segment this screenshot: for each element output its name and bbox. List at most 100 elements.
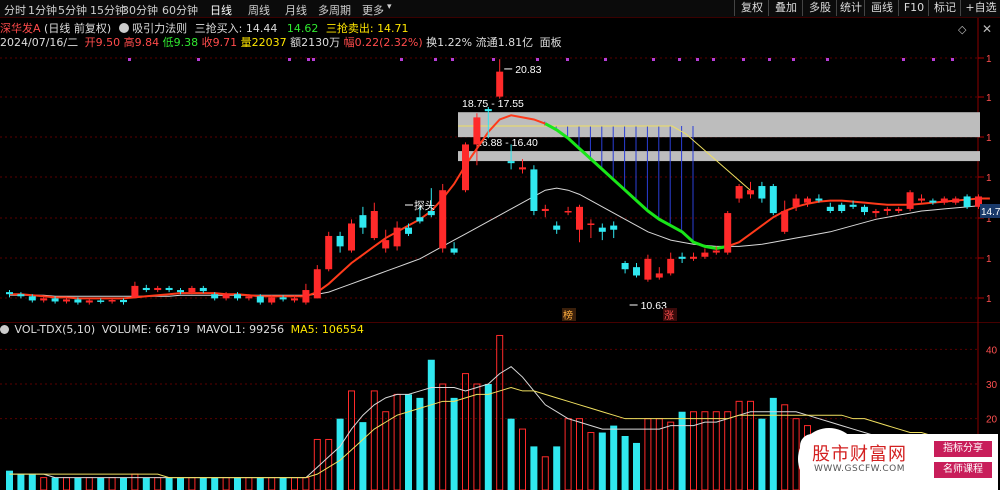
volume-axis-label: 30 bbox=[986, 380, 998, 391]
candle-body bbox=[792, 198, 800, 207]
watermark: 股市财富网 WWW.GSCFW.COM 指标分享 名师课程 bbox=[798, 428, 998, 490]
volume-bar bbox=[108, 477, 116, 490]
candle-body bbox=[51, 298, 59, 302]
close-icon: ✕ bbox=[982, 22, 992, 36]
marker-dot bbox=[566, 58, 569, 61]
candle-body bbox=[838, 204, 846, 211]
volume-bar bbox=[439, 383, 447, 490]
ma5-label: MA5: bbox=[290, 323, 319, 336]
gear-icon[interactable] bbox=[0, 325, 9, 334]
volume-bar bbox=[416, 397, 424, 490]
ma5-value: 106554 bbox=[321, 323, 364, 336]
candle-body bbox=[108, 300, 116, 302]
price-chart[interactable]: 111111118.75 - 17.5516.88 - 16.4020.8310… bbox=[0, 0, 1000, 322]
marker-dot bbox=[932, 58, 935, 61]
candle-body bbox=[393, 227, 401, 247]
candle-body bbox=[587, 223, 595, 225]
volume-bar bbox=[724, 411, 732, 490]
marker-dot bbox=[312, 58, 315, 61]
marker-dot bbox=[742, 58, 745, 61]
volume-bar bbox=[541, 456, 549, 490]
candle-body bbox=[484, 109, 492, 112]
candle-body bbox=[165, 287, 173, 291]
volume-bar bbox=[348, 390, 355, 490]
volume-indicator-name[interactable]: VOL-TDX(5,10) bbox=[15, 323, 96, 336]
candle-body bbox=[28, 296, 36, 301]
volume-bar bbox=[211, 477, 219, 490]
volume-bar bbox=[530, 446, 538, 490]
volume-bar bbox=[405, 394, 412, 490]
candle-body bbox=[701, 252, 709, 257]
candle-body bbox=[120, 300, 127, 303]
candle-body bbox=[724, 213, 732, 253]
volume-bar bbox=[188, 477, 196, 490]
candle-body bbox=[564, 211, 572, 213]
candle-body bbox=[302, 290, 310, 303]
volume-bar bbox=[519, 428, 526, 490]
candle-body bbox=[142, 287, 150, 291]
candle-body bbox=[541, 208, 549, 211]
volume-bar bbox=[747, 400, 754, 490]
candle-body bbox=[598, 227, 606, 232]
marker-dot bbox=[128, 58, 131, 61]
candle-body bbox=[325, 235, 333, 270]
high-label: 20.83 bbox=[515, 64, 541, 76]
price-axis-label: 1 bbox=[986, 254, 992, 265]
volume-bar bbox=[564, 418, 572, 490]
price-axis-label: 1 bbox=[986, 173, 992, 184]
volume-bar bbox=[781, 404, 789, 490]
volume-axis-label: 20 bbox=[986, 415, 998, 426]
marker-dot bbox=[288, 58, 291, 61]
volume-bar bbox=[6, 470, 13, 490]
zone-label: 18.75 - 17.55 bbox=[462, 98, 524, 110]
candle-body bbox=[553, 225, 561, 230]
volume-bar bbox=[302, 477, 310, 490]
watermark-title: 股市财富网 bbox=[812, 444, 907, 465]
candle-body bbox=[177, 290, 184, 293]
volume-axis-label: 40 bbox=[986, 345, 998, 356]
candle-body bbox=[439, 190, 447, 249]
ma-slow-line bbox=[9, 187, 990, 297]
volume-bar bbox=[690, 411, 697, 490]
candle-body bbox=[918, 198, 925, 201]
marker-dot bbox=[678, 58, 681, 61]
candle-body bbox=[256, 296, 264, 303]
volume-bar bbox=[120, 477, 127, 490]
marker-dot bbox=[696, 58, 699, 61]
candle-body bbox=[826, 206, 834, 211]
volume-bar bbox=[473, 383, 481, 490]
volume-bar bbox=[336, 418, 344, 490]
volume-bar bbox=[85, 477, 93, 490]
candle-body bbox=[222, 294, 230, 299]
candle-body bbox=[633, 267, 640, 276]
volume-bar bbox=[484, 384, 492, 490]
candle-body bbox=[815, 198, 823, 201]
candle-body bbox=[154, 287, 162, 291]
candle-body bbox=[644, 258, 652, 280]
volume-bar bbox=[450, 397, 458, 490]
volume-bar bbox=[291, 477, 298, 490]
volume-bar bbox=[40, 477, 48, 490]
volume-bar bbox=[142, 477, 150, 490]
volume-bar bbox=[325, 438, 333, 490]
price-tag: 14.7 bbox=[981, 207, 1000, 218]
candle-body bbox=[872, 211, 880, 214]
mavol1-value: 99256 bbox=[249, 323, 285, 336]
volume-bar bbox=[678, 411, 686, 490]
marker-dot bbox=[768, 58, 771, 61]
volume-bar bbox=[370, 390, 378, 490]
candle-body bbox=[462, 144, 469, 191]
badge-bang: 榜 bbox=[563, 309, 573, 322]
candle-body bbox=[690, 256, 697, 259]
volume-bar bbox=[758, 418, 766, 490]
volume-bar bbox=[393, 393, 401, 490]
volume-bar bbox=[496, 334, 504, 490]
candle-body bbox=[348, 223, 355, 251]
candle-body bbox=[769, 186, 777, 214]
volume-bar bbox=[621, 436, 629, 490]
candle-body bbox=[40, 298, 48, 301]
price-axis-label: 1 bbox=[986, 54, 992, 65]
candle-body bbox=[405, 227, 412, 234]
price-axis-label: 1 bbox=[986, 93, 992, 104]
candle-body bbox=[861, 206, 868, 213]
